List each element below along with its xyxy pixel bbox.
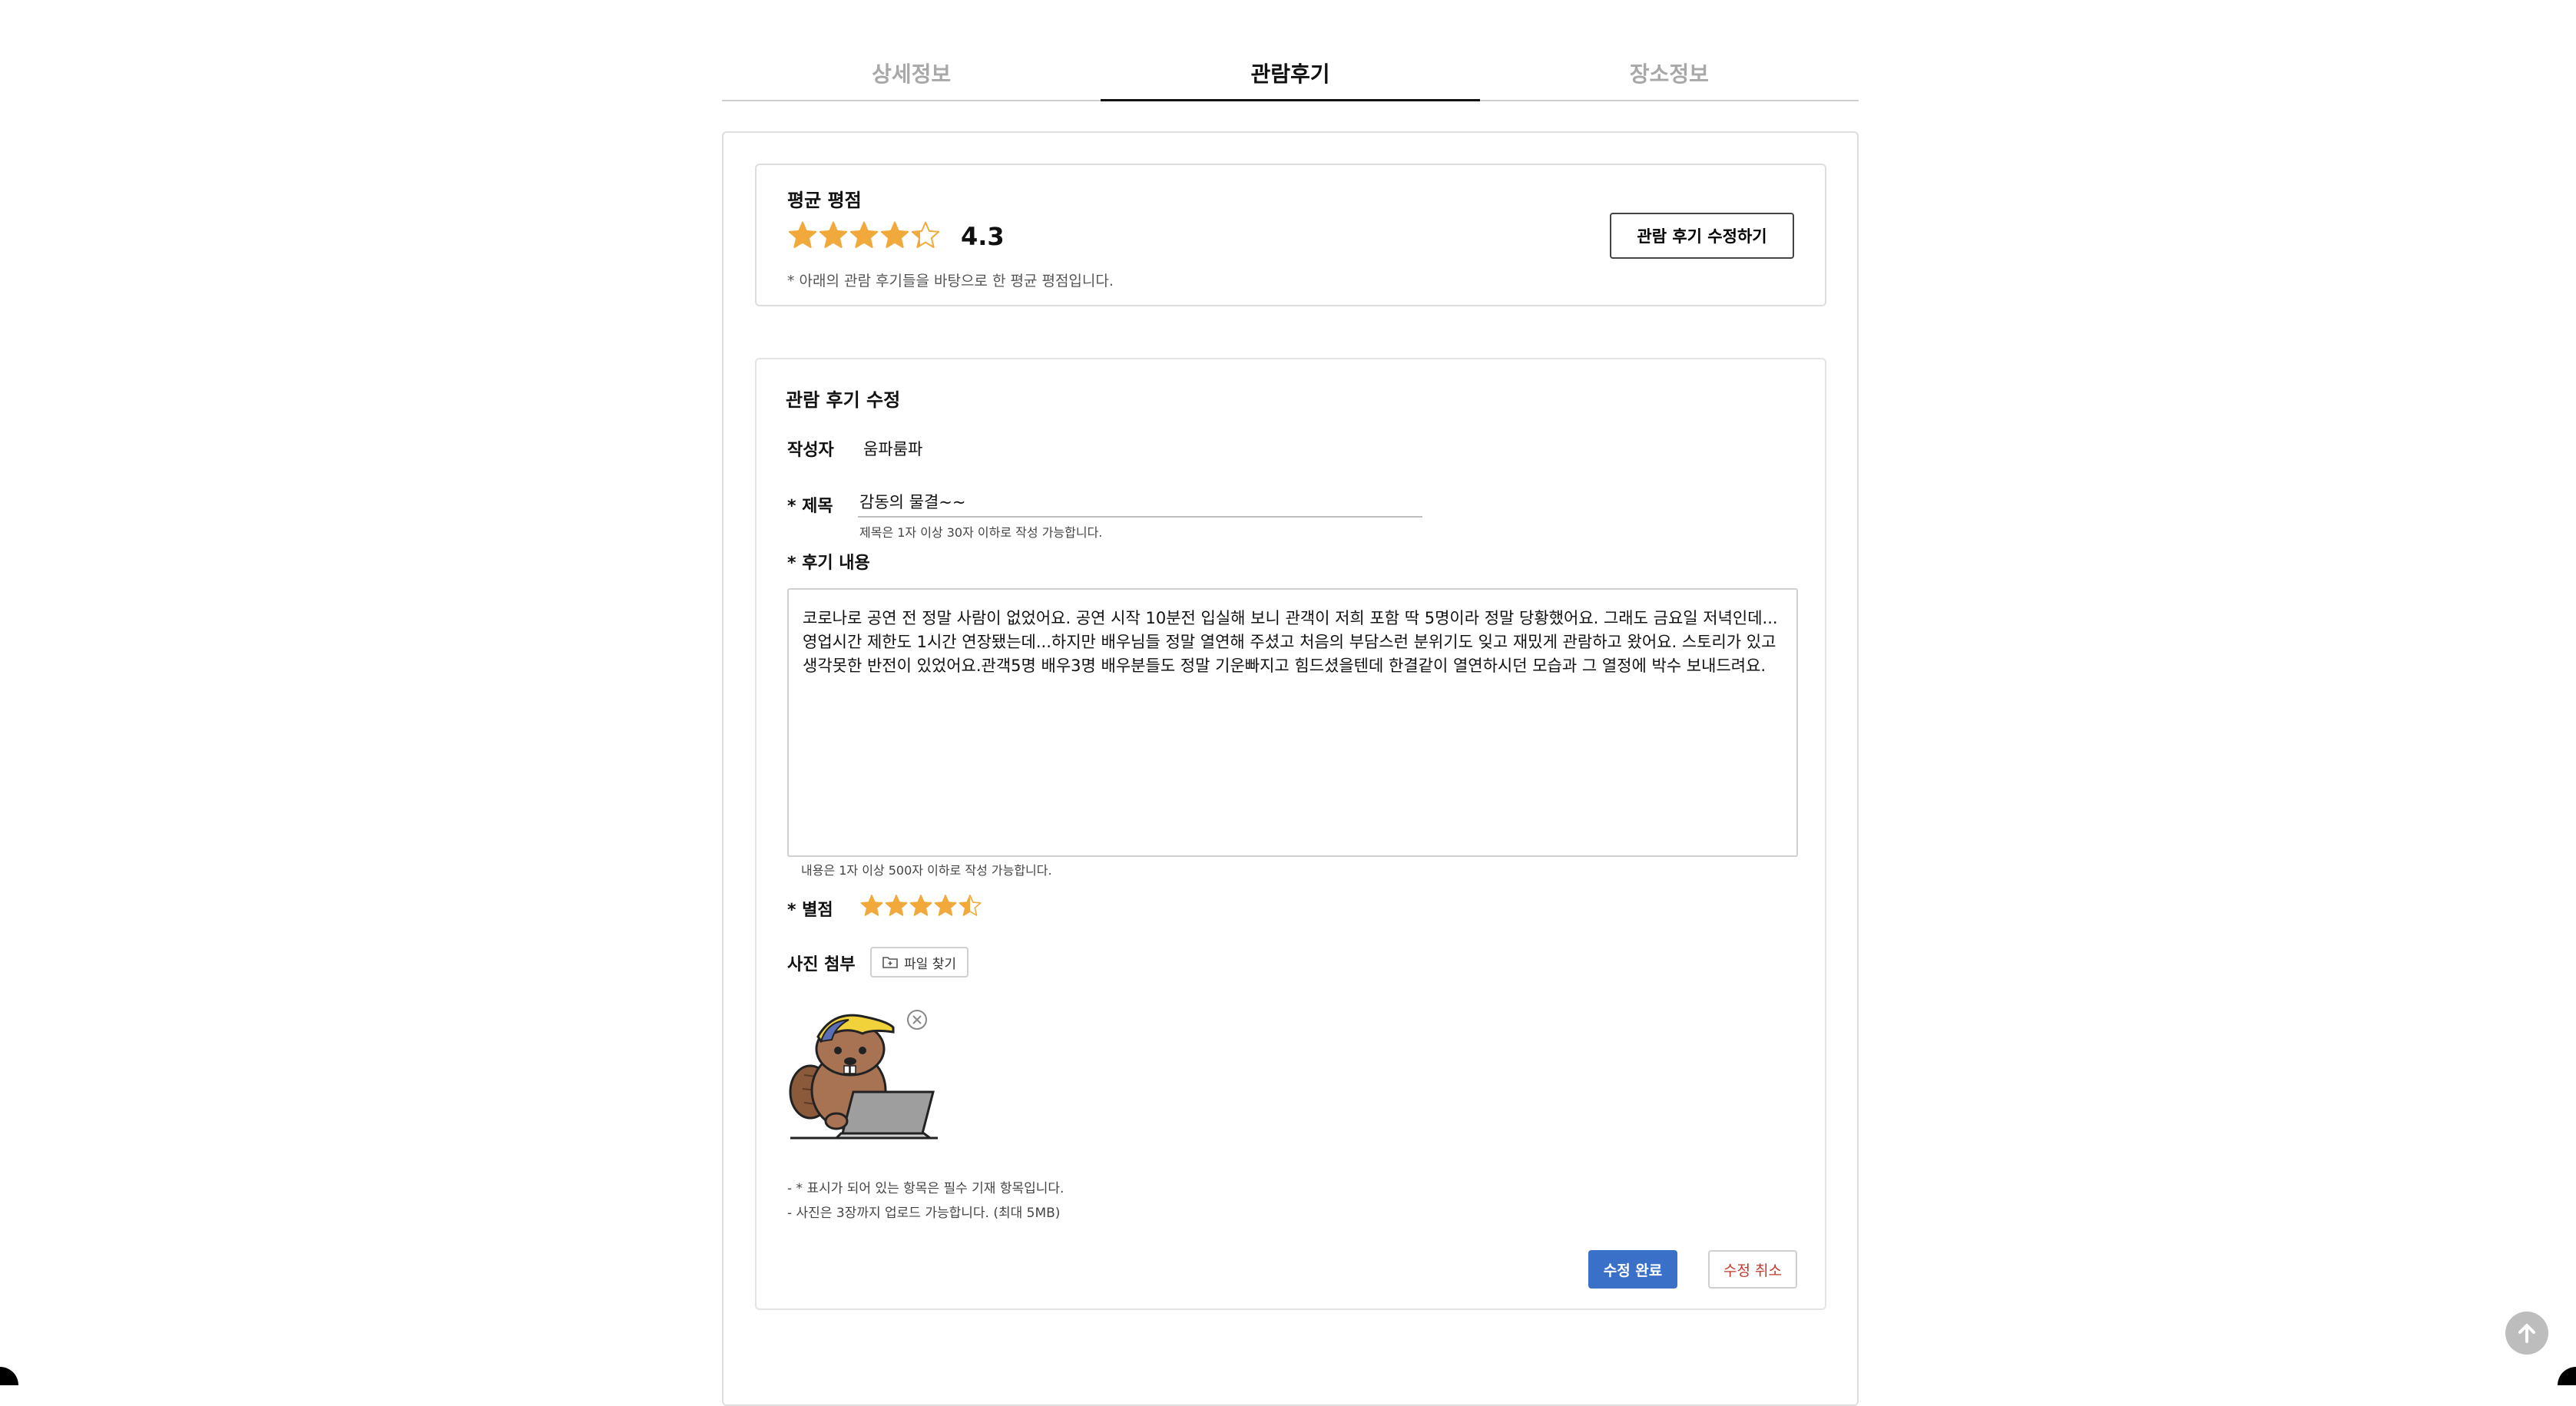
star-icon[interactable] — [933, 894, 958, 918]
content-label: * 후기 내용 — [787, 554, 870, 573]
folder-plus-icon — [882, 957, 898, 968]
star-icon[interactable] — [909, 894, 933, 918]
rating-stars[interactable] — [859, 894, 982, 918]
star-icon[interactable] — [859, 894, 884, 918]
content-hint: 내용은 1자 이상 500자 이하로 작성 가능합니다. — [801, 863, 1052, 878]
average-stars — [787, 220, 941, 251]
title-label: * 제목 — [787, 497, 833, 516]
arrow-up-icon — [2518, 1324, 2535, 1343]
note-required: - * 표시가 되어 있는 항목은 필수 기재 항목입니다. — [787, 1181, 1065, 1196]
edit-review-button[interactable]: 관람 후기 수정하기 — [1610, 213, 1794, 259]
average-rating-card: 평균 평점 4.3 * 아래의 관람 후기들을 바탕으로 한 평균 평점입니다.… — [755, 164, 1826, 306]
file-select-button[interactable]: 파일 찾기 — [870, 947, 968, 978]
note-photo-limit: - 사진은 3장까지 업로드 가능합니다. (최대 5MB) — [787, 1206, 1061, 1221]
tab-bar: 상세정보 관람후기 장소정보 — [722, 46, 1859, 101]
star-icon[interactable] — [958, 894, 982, 918]
star-icon — [849, 221, 879, 248]
window-corner-left — [0, 1367, 18, 1385]
star-icon — [880, 221, 909, 248]
title-hint: 제목은 1자 이상 30자 이하로 작성 가능합니다. — [859, 525, 1103, 540]
review-edit-form: 관람 후기 수정 작성자 움파룸파 * 제목 제목은 1자 이상 30자 이하로… — [755, 358, 1826, 1310]
window-corner-right — [2558, 1367, 2576, 1385]
content-textarea[interactable]: 코로나로 공연 전 정말 사람이 없었어요. 공연 시작 10분전 입실해 보니… — [787, 588, 1798, 857]
tab-details[interactable]: 상세정보 — [722, 46, 1101, 100]
title-input[interactable] — [858, 490, 1422, 518]
tab-reviews[interactable]: 관람후기 — [1101, 46, 1480, 101]
submit-button[interactable]: 수정 완료 — [1588, 1250, 1677, 1289]
star-icon — [819, 221, 848, 248]
scroll-top-button[interactable] — [2505, 1312, 2548, 1355]
average-score: 4.3 — [961, 222, 1005, 251]
form-notes: - * 표시가 되어 있는 항목은 필수 기재 항목입니다. - 사진은 3장까… — [787, 1176, 1064, 1226]
rating-label: * 별점 — [787, 901, 833, 920]
remove-photo-icon[interactable] — [906, 1008, 929, 1031]
file-select-label: 파일 찾기 — [904, 956, 956, 972]
photo-label: 사진 첨부 — [787, 955, 856, 974]
star-icon[interactable] — [884, 894, 909, 918]
average-rating-title: 평균 평점 — [787, 190, 862, 211]
star-icon — [788, 221, 817, 248]
star-icon — [911, 221, 940, 248]
cancel-button[interactable]: 수정 취소 — [1708, 1250, 1797, 1289]
tab-location[interactable]: 장소정보 — [1480, 46, 1859, 100]
author-value: 움파룸파 — [863, 440, 923, 458]
form-title: 관람 후기 수정 — [786, 389, 901, 411]
author-label: 작성자 — [787, 441, 834, 460]
average-rating-note: * 아래의 관람 후기들을 바탕으로 한 평균 평점입니다. — [787, 273, 1114, 289]
